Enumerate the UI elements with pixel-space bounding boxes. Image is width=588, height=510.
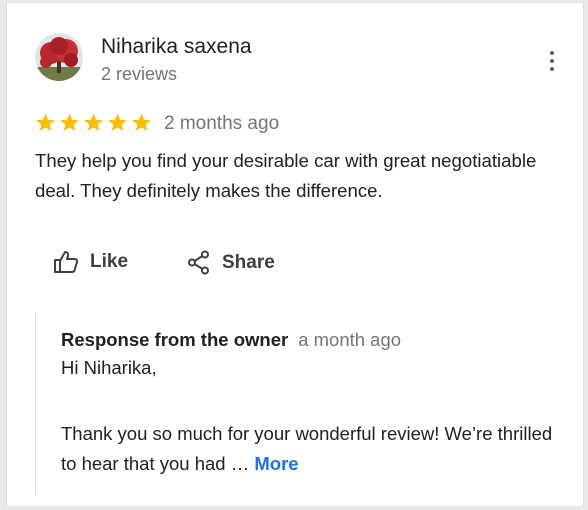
share-button[interactable]: Share (187, 250, 275, 276)
owner-response-label: Response from the owner (61, 329, 289, 350)
avatar-image (35, 33, 83, 81)
author-review-count: 2 reviews (101, 64, 178, 84)
more-link[interactable]: More (254, 453, 298, 474)
share-icon (188, 250, 209, 275)
star-icon (132, 113, 151, 132)
star-icon (60, 113, 79, 132)
review-card: Niharika saxena 2 reviews 2 months ago T… (6, 2, 584, 506)
like-button[interactable]: Like (53, 250, 128, 274)
like-label: Like (90, 251, 129, 272)
owner-response-text: Thank you so much for your wonderful rev… (61, 423, 553, 474)
author-name[interactable]: Niharika saxena (101, 34, 252, 60)
star-icon (108, 113, 127, 132)
star-icon (84, 113, 103, 132)
avatar[interactable] (35, 33, 83, 81)
star-rating (35, 112, 152, 133)
more-options-button[interactable] (541, 47, 563, 75)
owner-response-greeting: Hi Niharika, (61, 357, 157, 378)
share-label: Share (222, 252, 275, 273)
thumb-up-icon (54, 251, 79, 273)
review-time: 2 months ago (164, 113, 280, 134)
owner-response-body: Thank you so much for your wonderful rev… (61, 419, 561, 479)
owner-response-time: a month ago (298, 329, 402, 350)
owner-response: Response from the owner a month ago Hi Ni… (35, 313, 576, 495)
review-text: They help you find your desirable car wi… (35, 150, 537, 201)
star-icon (36, 113, 55, 132)
owner-response-header: Response from the owner a month ago (61, 328, 401, 352)
vertical-dots-icon (550, 51, 554, 71)
